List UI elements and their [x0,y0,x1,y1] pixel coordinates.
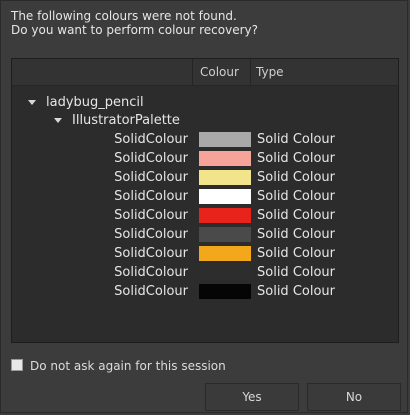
column-header-colour[interactable]: Colour [200,59,239,85]
colour-name: SolidColour [114,170,188,185]
yes-button[interactable]: Yes [205,383,299,411]
colour-swatch [199,284,251,299]
colour-swatch [199,170,251,185]
colour-swatch [199,208,251,223]
colour-swatch [199,265,251,280]
colour-type: Solid Colour [257,227,335,242]
colour-type: Solid Colour [257,265,335,280]
expand-arrow-icon[interactable] [28,100,36,105]
colour-row[interactable]: SolidColour Solid Colour [12,263,398,282]
colour-swatch [199,189,251,204]
colour-name: SolidColour [114,265,188,280]
do-not-ask-checkbox[interactable] [11,359,23,371]
missing-colours-table: Colour Type ladybug_pencil IllustratorPa… [11,58,399,343]
message-line-2: Do you want to perform colour recovery? [11,23,258,37]
header-divider [192,59,193,85]
colour-type: Solid Colour [257,246,335,261]
colour-name: SolidColour [114,284,188,299]
colour-swatch [199,246,251,261]
colour-row[interactable]: SolidColour Solid Colour [12,225,398,244]
header-divider [250,59,251,85]
colour-type: Solid Colour [257,208,335,223]
colour-name: SolidColour [114,246,188,261]
column-header-type[interactable]: Type [256,59,284,85]
do-not-ask-label: Do not ask again for this session [30,359,226,373]
colour-row[interactable]: SolidColour Solid Colour [12,206,398,225]
colour-swatch [199,132,251,147]
colour-name: SolidColour [114,151,188,166]
no-button[interactable]: No [307,383,401,411]
message-line-1: The following colours were not found. [11,9,237,23]
colour-swatch [199,227,251,242]
colour-type: Solid Colour [257,189,335,204]
colour-row[interactable]: SolidColour Solid Colour [12,149,398,168]
dialog-message: The following colours were not found. Do… [11,9,258,37]
tree-node-root-label: ladybug_pencil [46,95,144,110]
colour-type: Solid Colour [257,284,335,299]
colour-name: SolidColour [114,189,188,204]
expand-arrow-icon[interactable] [54,118,62,123]
colour-name: SolidColour [114,227,188,242]
colour-type: Solid Colour [257,151,335,166]
colour-row[interactable]: SolidColour Solid Colour [12,168,398,187]
colour-type: Solid Colour [257,132,335,147]
colour-row[interactable]: SolidColour Solid Colour [12,187,398,206]
colour-row[interactable]: SolidColour Solid Colour [12,244,398,263]
colour-name: SolidColour [114,208,188,223]
colour-name: SolidColour [114,132,188,147]
tree-node-root[interactable]: ladybug_pencil [28,94,144,112]
colour-type: Solid Colour [257,170,335,185]
table-header: Colour Type [12,59,398,86]
colour-recovery-dialog: The following colours were not found. Do… [0,0,408,413]
colour-row[interactable]: SolidColour Solid Colour [12,282,398,301]
tree-node-palette[interactable]: IllustratorPalette [54,112,180,130]
colour-swatch [199,151,251,166]
tree-node-palette-label: IllustratorPalette [72,113,180,128]
colour-row[interactable]: SolidColour Solid Colour [12,130,398,149]
